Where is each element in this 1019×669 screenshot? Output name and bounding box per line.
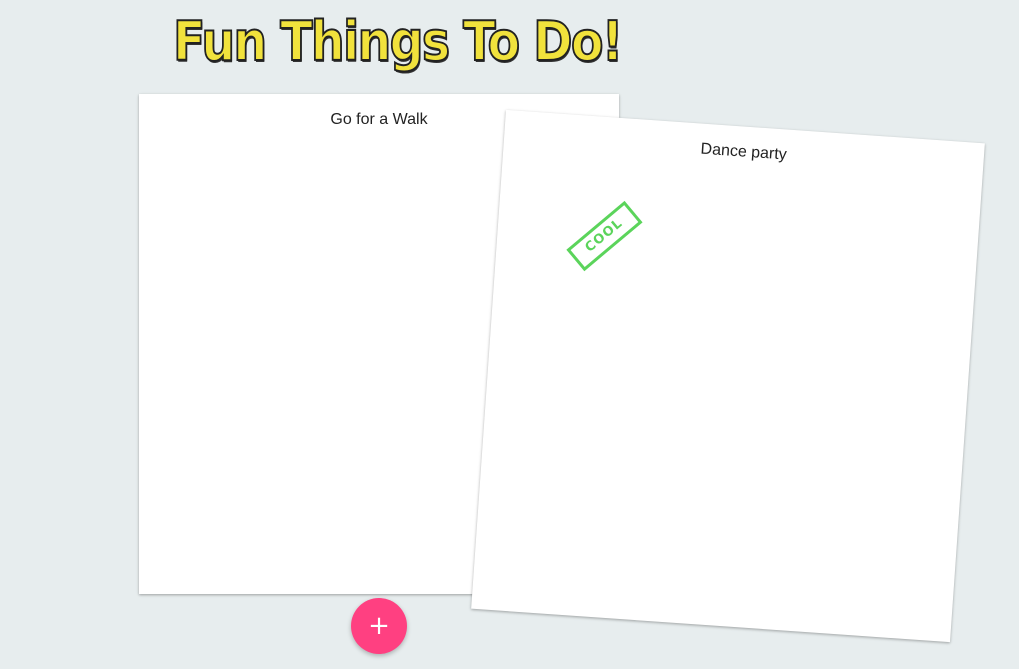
note-card-dance-party[interactable]: Dance party COOL [471, 109, 985, 643]
plus-icon: + [368, 611, 390, 641]
page-title: Fun Things To Do! [172, 9, 624, 74]
cool-stamp: COOL [566, 200, 643, 272]
note-card-title[interactable]: Dance party [504, 127, 984, 178]
add-note-button[interactable]: + [351, 598, 407, 654]
